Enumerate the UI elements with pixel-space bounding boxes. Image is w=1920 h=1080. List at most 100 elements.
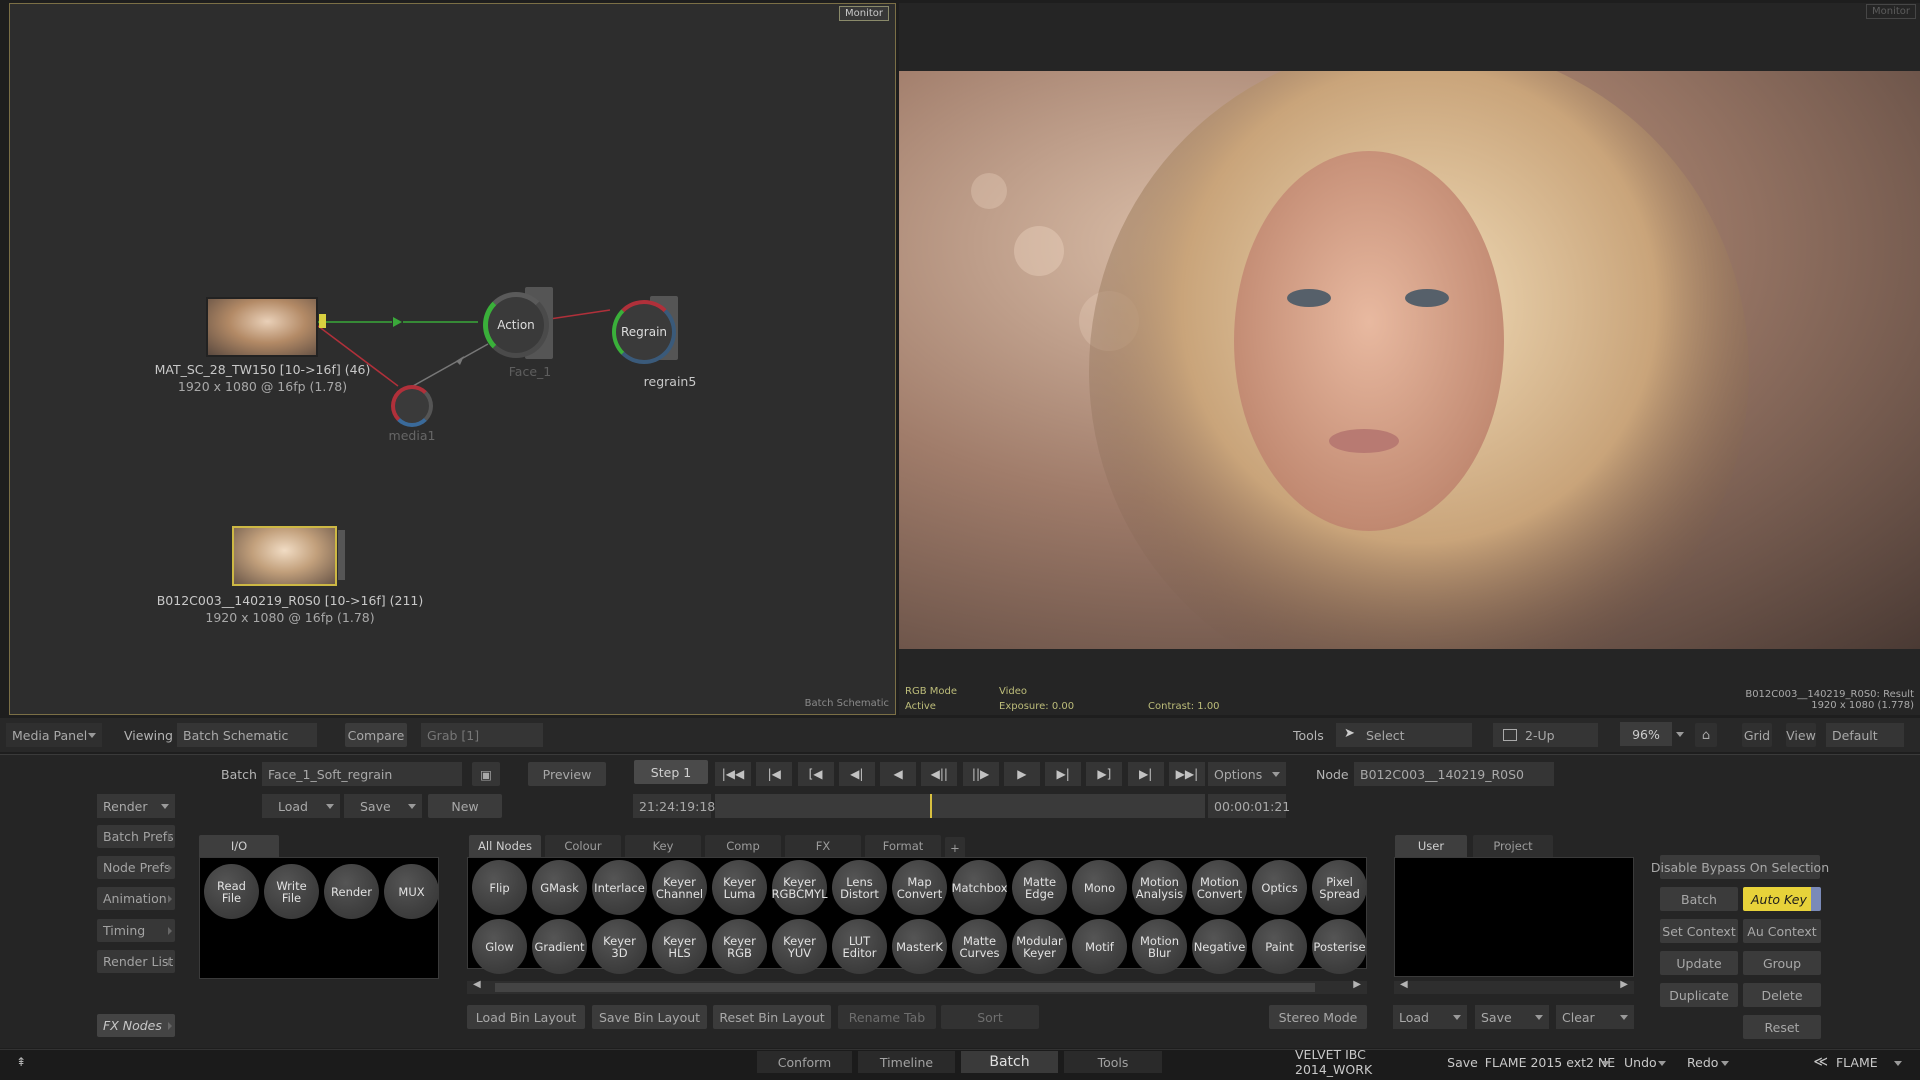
- fx-node-button[interactable]: Pixel Spread: [1312, 860, 1367, 915]
- fx-node-button[interactable]: GMask: [532, 860, 587, 915]
- read-file-node-button[interactable]: Read File: [204, 864, 259, 919]
- tab-comp[interactable]: Comp: [705, 835, 781, 857]
- batch-button[interactable]: Batch: [1660, 887, 1738, 911]
- collapse-icon[interactable]: ⇞: [16, 1055, 26, 1069]
- render-list-button[interactable]: Render List: [97, 950, 175, 973]
- tab-user[interactable]: User: [1395, 835, 1467, 857]
- grid-button[interactable]: Grid: [1742, 723, 1772, 747]
- version-dropdown[interactable]: FLAME 2015 ext2 NE: [1484, 1051, 1616, 1073]
- fx-node-button[interactable]: Lens Distort: [832, 860, 887, 915]
- fx-node-button[interactable]: Gradient: [532, 919, 587, 974]
- reset-bin-layout-button[interactable]: Reset Bin Layout: [713, 1005, 831, 1029]
- options-dropdown[interactable]: Options: [1208, 762, 1286, 786]
- batch-name-field[interactable]: Face_1_Soft_regrain: [262, 762, 462, 786]
- playhead[interactable]: [930, 794, 932, 818]
- auto-key-button[interactable]: Auto Key: [1743, 887, 1821, 911]
- output-port[interactable]: [319, 314, 326, 328]
- fx-node-button[interactable]: Keyer YUV: [772, 919, 827, 974]
- batch-prefs-button[interactable]: Batch Prefs: [97, 825, 175, 848]
- prev-edit-icon[interactable]: ◀|: [838, 762, 875, 786]
- au-context-button[interactable]: Au Context: [1743, 919, 1821, 943]
- mux-node-button[interactable]: MUX: [384, 864, 439, 919]
- write-file-node-button[interactable]: Write File: [264, 864, 319, 919]
- next-edit-icon[interactable]: ▶|: [1045, 762, 1082, 786]
- fx-node-button[interactable]: Keyer HLS: [652, 919, 707, 974]
- fx-node-button[interactable]: Matte Edge: [1012, 860, 1067, 915]
- go-to-end-icon[interactable]: ▶▶|: [1168, 762, 1205, 786]
- fx-node-button[interactable]: Motif: [1072, 919, 1127, 974]
- save-button[interactable]: Save: [1445, 1051, 1480, 1073]
- user-load-dropdown[interactable]: Load: [1393, 1005, 1467, 1029]
- redo-dropdown[interactable]: Redo: [1683, 1051, 1735, 1073]
- go-to-start-icon[interactable]: |◀◀: [715, 762, 751, 786]
- sort-button[interactable]: Sort: [941, 1005, 1039, 1029]
- update-button[interactable]: Update: [1660, 951, 1738, 975]
- tab-all-nodes[interactable]: All Nodes: [469, 835, 541, 857]
- read-node-2-thumbnail[interactable]: [232, 526, 337, 586]
- read-node-thumbnail[interactable]: [206, 297, 318, 357]
- animation-button[interactable]: Animation: [97, 887, 175, 910]
- play-reverse-icon[interactable]: ◀||: [921, 762, 958, 786]
- tab-timeline[interactable]: Timeline: [858, 1051, 955, 1073]
- layout-field[interactable]: 2-Up: [1493, 723, 1598, 747]
- new-button[interactable]: New: [428, 794, 502, 818]
- app-menu[interactable]: ≪ FLAME: [1783, 1051, 1908, 1073]
- tab-batch[interactable]: Batch: [961, 1051, 1058, 1073]
- render-node-button[interactable]: Render: [324, 864, 379, 919]
- step-button[interactable]: Step 1: [634, 760, 708, 784]
- tab-conform[interactable]: Conform: [757, 1051, 852, 1073]
- fx-node-button[interactable]: Keyer RGBCMYL: [772, 860, 828, 915]
- load-bin-layout-button[interactable]: Load Bin Layout: [467, 1005, 585, 1029]
- user-bin-scrollbar[interactable]: ◀ ▶: [1394, 979, 1634, 994]
- node-prefs-button[interactable]: Node Prefs: [97, 856, 175, 879]
- viewer-monitor-tag[interactable]: Monitor: [1865, 4, 1916, 19]
- fx-node-button[interactable]: MasterK: [892, 919, 947, 974]
- viewing-field[interactable]: Batch Schematic: [177, 723, 317, 747]
- user-clear-dropdown[interactable]: Clear: [1556, 1005, 1634, 1029]
- viewer-image[interactable]: [899, 71, 1920, 649]
- prev-frame-icon[interactable]: ◀: [880, 762, 917, 786]
- select-tool-field[interactable]: ➤ Select: [1336, 723, 1472, 747]
- media-panel-dropdown[interactable]: Media Panel: [6, 723, 102, 747]
- add-tab-button[interactable]: +: [945, 837, 965, 859]
- fx-node-button[interactable]: Mono: [1072, 860, 1127, 915]
- group-button[interactable]: Group: [1743, 951, 1821, 975]
- fx-node-button[interactable]: Matchbox: [952, 860, 1007, 915]
- fx-node-button[interactable]: Keyer Channel: [652, 860, 707, 915]
- prev-mark-icon[interactable]: [◀: [797, 762, 834, 786]
- fx-node-button[interactable]: Motion Convert: [1192, 860, 1247, 915]
- fx-node-button[interactable]: LUT Editor: [832, 919, 887, 974]
- node-field[interactable]: B012C003__140219_R0S0: [1354, 762, 1554, 786]
- image-viewer[interactable]: Monitor RGB Mode Active Video Exposure: …: [899, 3, 1920, 715]
- render-dropdown[interactable]: Render: [97, 794, 175, 818]
- tab-io[interactable]: I/O: [199, 835, 279, 857]
- play-icon[interactable]: ▶: [1003, 762, 1040, 786]
- tab-fx[interactable]: FX: [785, 835, 861, 857]
- fx-node-button[interactable]: Flip: [472, 860, 527, 915]
- default-field[interactable]: Default: [1826, 723, 1904, 747]
- timing-button[interactable]: Timing: [97, 919, 175, 942]
- compare-button[interactable]: Compare: [345, 723, 407, 747]
- action-node[interactable]: Action: [475, 287, 555, 362]
- set-context-button[interactable]: Set Context: [1660, 919, 1738, 943]
- preview-button[interactable]: Preview: [528, 762, 606, 786]
- media-node[interactable]: [391, 385, 433, 427]
- fx-node-button[interactable]: Keyer 3D: [592, 919, 647, 974]
- tab-key[interactable]: Key: [625, 835, 701, 857]
- camera-icon[interactable]: ▣: [472, 762, 500, 786]
- fx-node-button[interactable]: Optics: [1252, 860, 1307, 915]
- fx-node-button[interactable]: Keyer RGB: [712, 919, 767, 974]
- regrain-node[interactable]: Regrain: [608, 296, 683, 366]
- fx-node-button[interactable]: Glow: [472, 919, 527, 974]
- scroll-right-icon[interactable]: ▶: [1353, 979, 1361, 990]
- tab-colour[interactable]: Colour: [545, 835, 621, 857]
- fx-nodes-button[interactable]: FX Nodes: [97, 1014, 175, 1037]
- batch-schematic[interactable]: Monitor MAT_SC_28_TW150 [10->16f] (46) 1…: [9, 3, 896, 715]
- fx-node-button[interactable]: Negative: [1192, 919, 1247, 974]
- fx-node-button[interactable]: Motion Blur: [1132, 919, 1187, 974]
- pause-icon[interactable]: ||▶: [962, 762, 999, 786]
- fx-node-button[interactable]: Modular Keyer: [1012, 919, 1067, 974]
- next-keyframe-icon[interactable]: ▶|: [1127, 762, 1164, 786]
- duplicate-button[interactable]: Duplicate: [1660, 983, 1738, 1007]
- stereo-mode-button[interactable]: Stereo Mode: [1269, 1005, 1367, 1029]
